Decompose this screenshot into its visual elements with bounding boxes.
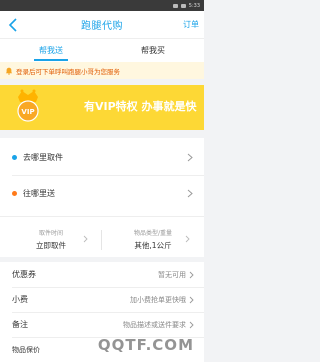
orders-link[interactable]: 订单: [183, 19, 199, 30]
remark-row[interactable]: 备注 物品描述或送件要求: [0, 312, 204, 337]
tip-row[interactable]: 小费 加小费抢单更快哦: [0, 287, 204, 312]
tab-buy[interactable]: 帮我买: [102, 39, 204, 62]
status-bar: 5:33: [0, 0, 204, 11]
divider: [0, 216, 204, 217]
pickup-address-row[interactable]: 去哪里取件: [0, 142, 204, 172]
pickup-time-label: 取件时间: [38, 229, 63, 237]
order-options: 取件时间 立即取件 物品类型/重量 其他,1公斤: [0, 224, 204, 254]
nav-header: 跑腿代购 订单: [0, 11, 204, 38]
battery-icon: [180, 3, 186, 8]
pickup-time-option[interactable]: 取件时间 立即取件: [0, 224, 102, 254]
tab-send[interactable]: 帮我送: [0, 39, 102, 62]
coupon-row[interactable]: 优惠券 暂无可用: [0, 262, 204, 287]
chevron-right-icon: [189, 296, 194, 303]
chevron-right-icon: [185, 235, 190, 243]
remark-value: 物品描述或送件要求: [123, 320, 186, 329]
bell-icon: [5, 67, 13, 75]
chevron-right-icon: [187, 153, 193, 162]
chevron-right-icon: [189, 321, 194, 328]
page-title: 跑腿代购: [81, 21, 123, 32]
banner-slogan: 有VIP特权 办事就是快: [84, 100, 197, 113]
system-icons: [172, 3, 186, 8]
chevron-right-icon: [189, 271, 194, 278]
delivery-dot-icon: [12, 190, 17, 196]
item-type-option[interactable]: 物品类型/重量 其他,1公斤: [102, 224, 204, 254]
site-watermark: QQTF.COM: [97, 336, 194, 354]
tip-value: 加小费抢单更快哦: [130, 295, 186, 304]
status-time: 5:33: [188, 2, 200, 9]
item-type-value: 其他,1公斤: [134, 240, 172, 250]
divider: [12, 175, 204, 176]
pickup-time-value: 立即取件: [36, 240, 66, 250]
notice-text: 登录后可下单呼叫跑腿小哥为您服务: [16, 67, 120, 76]
pickup-address-label: 去哪里取件: [23, 152, 63, 162]
coupon-value: 暂无可用: [158, 270, 186, 279]
chevron-right-icon: [83, 235, 88, 243]
tip-label: 小费: [12, 295, 28, 304]
delivery-address-label: 往哪里送: [23, 188, 55, 198]
vip-banner[interactable]: VIP 有VIP特权 办事就是快: [0, 85, 204, 130]
tab-bar: 帮我送 帮我买: [0, 38, 204, 62]
delivery-address-row[interactable]: 往哪里送: [0, 178, 204, 208]
vip-crown-badge-icon: VIP: [17, 89, 39, 122]
remark-label: 备注: [12, 320, 28, 329]
chevron-right-icon: [187, 189, 193, 198]
address-card: 去哪里取件 往哪里送 取件时间 立即取件 物品类型/重量 其他,1公斤: [0, 138, 204, 257]
login-notice[interactable]: 登录后可下单呼叫跑腿小哥为您服务: [0, 62, 204, 79]
svg-text:VIP: VIP: [21, 108, 34, 116]
insurance-label: 物品保价: [12, 345, 40, 354]
item-type-label: 物品类型/重量: [133, 229, 173, 237]
signal-icon: [172, 3, 178, 8]
pickup-dot-icon: [12, 154, 17, 160]
coupon-label: 优惠券: [12, 270, 36, 279]
chevron-left-icon[interactable]: [7, 18, 19, 32]
